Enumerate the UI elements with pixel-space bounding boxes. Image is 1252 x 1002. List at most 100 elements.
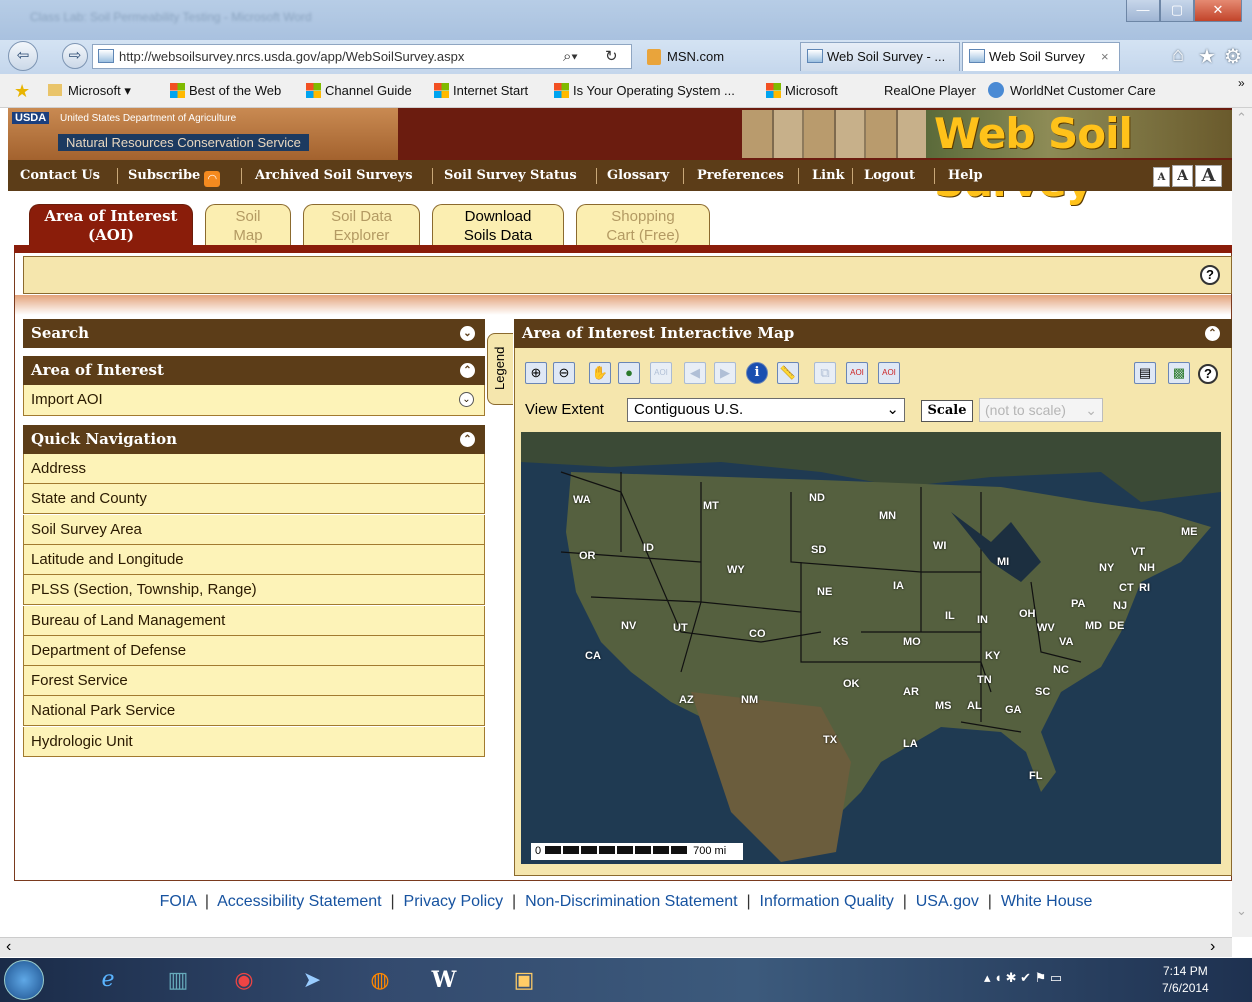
font-size-large-button[interactable]: A [1195, 165, 1222, 187]
footer-link[interactable]: Privacy Policy [404, 893, 504, 910]
copy-icon[interactable]: ⧉ [814, 362, 836, 384]
menu-contact-us[interactable]: Contact Us [20, 160, 100, 191]
minimize-button[interactable]: — [1126, 0, 1160, 22]
vertical-scrollbar[interactable]: ⌃ ⌄ [1232, 108, 1252, 937]
quick-nav-item[interactable]: National Park Service [23, 696, 485, 727]
import-aoi-row[interactable]: Import AOI ⌄ [23, 385, 485, 416]
taskbar-clock[interactable]: 7:14 PM 7/6/2014 [1162, 963, 1209, 997]
favorites-star-icon[interactable]: ★ [14, 74, 30, 108]
scroll-up-icon[interactable]: ⌃ [1236, 110, 1247, 126]
menu-glossary[interactable]: Glossary [607, 160, 669, 191]
ie-taskbar-icon[interactable]: e [80, 960, 136, 1000]
layers-icon[interactable]: ▤ [1134, 362, 1156, 384]
pan-hand-icon[interactable]: ✋ [589, 362, 611, 384]
horizontal-scrollbar[interactable]: ‹ › [0, 937, 1232, 957]
chevron-up-icon[interactable]: ⌃ [1205, 326, 1220, 341]
firefox-taskbar-icon[interactable]: ◍ [352, 960, 408, 1000]
tab-soil-data-explorer[interactable]: Soil Data Explorer [303, 204, 420, 246]
chrome-taskbar-icon[interactable]: ◉ [216, 960, 272, 1000]
help-icon[interactable]: ? [1200, 265, 1220, 285]
quick-navigation-header[interactable]: Quick Navigation ⌃ [23, 425, 485, 454]
fav-internet-start[interactable]: Internet Start [434, 74, 528, 108]
home-icon[interactable]: ⌂ [1172, 44, 1184, 67]
quick-nav-item[interactable]: Department of Defense [23, 635, 485, 666]
scroll-right-icon[interactable]: › [1210, 938, 1215, 956]
chevron-down-icon[interactable]: ⌄ [460, 326, 475, 341]
word-taskbar-icon[interactable]: W [416, 960, 472, 1000]
font-size-small-button[interactable]: A [1153, 167, 1170, 187]
tab-shopping-cart[interactable]: Shopping Cart (Free) [576, 204, 710, 246]
favorites-chevron[interactable]: » [1238, 66, 1245, 100]
forward-button[interactable]: ⇨ [62, 43, 88, 69]
legend-tab[interactable]: Legend [487, 333, 513, 405]
tab-area-of-interest[interactable]: Area of Interest (AOI) [29, 204, 193, 246]
identify-info-icon[interactable]: i [746, 362, 768, 384]
scroll-left-icon[interactable]: ‹ [6, 938, 11, 956]
measure-icon[interactable]: 📏 [777, 362, 799, 384]
refresh-icon[interactable]: ↻ [605, 45, 618, 68]
chevron-up-icon[interactable]: ⌃ [460, 363, 475, 378]
define-aoi-polygon-icon[interactable]: AOI [878, 362, 900, 384]
zoom-to-aoi-icon[interactable]: AOI [650, 362, 672, 384]
menu-logout[interactable]: Logout [864, 160, 915, 191]
footer-link[interactable]: Information Quality [760, 893, 894, 910]
powerpoint-taskbar-icon[interactable]: ▣ [496, 960, 552, 1000]
previous-extent-icon[interactable]: ◀ [684, 362, 706, 384]
aoi-panel-header[interactable]: Area of Interest ⌃ [23, 356, 485, 385]
favorites-star-icon[interactable]: ★ [1198, 44, 1216, 69]
footer-link[interactable]: Accessibility Statement [217, 893, 382, 910]
maximize-button[interactable]: ▢ [1160, 0, 1194, 22]
close-tab-icon[interactable]: × [1101, 43, 1109, 70]
quick-nav-item[interactable]: PLSS (Section, Township, Range) [23, 575, 485, 606]
send-taskbar-icon[interactable]: ➤ [284, 960, 340, 1000]
menu-help[interactable]: Help [948, 160, 983, 191]
tab-web-soil-survey-active[interactable]: Web Soil Survey × [962, 42, 1120, 71]
zoom-out-icon[interactable]: ⊖ [553, 362, 575, 384]
fav-operating-system[interactable]: Is Your Operating System ... [554, 74, 735, 108]
chevron-up-icon[interactable]: ⌃ [460, 432, 475, 447]
fav-microsoft-folder[interactable]: Microsoft ▾ [48, 74, 131, 108]
scale-button[interactable]: Scale [921, 400, 973, 422]
view-extent-select[interactable]: Contiguous U.S. ⌄ [627, 398, 905, 422]
map-help-icon[interactable]: ? [1198, 364, 1218, 384]
quick-nav-item[interactable]: Forest Service [23, 666, 485, 697]
tab-download-soils-data[interactable]: Download Soils Data [432, 204, 564, 246]
full-extent-globe-icon[interactable]: ● [618, 362, 640, 384]
define-aoi-rectangle-icon[interactable]: AOI [846, 362, 868, 384]
footer-link[interactable]: FOIA [160, 893, 196, 910]
start-button[interactable] [4, 960, 44, 1000]
next-extent-icon[interactable]: ▶ [714, 362, 736, 384]
font-size-medium-button[interactable]: A [1172, 165, 1193, 187]
footer-link[interactable]: USA.gov [916, 893, 979, 910]
fav-microsoft[interactable]: Microsoft [766, 74, 838, 108]
quick-nav-item[interactable]: State and County [23, 484, 485, 515]
footer-link[interactable]: White House [1001, 893, 1093, 910]
fav-worldnet[interactable]: WorldNet Customer Care [988, 74, 1156, 108]
address-bar[interactable]: http://websoilsurvey.nrcs.usda.gov/app/W… [92, 44, 632, 69]
menu-preferences[interactable]: Preferences [697, 160, 784, 191]
scale-select[interactable]: (not to scale) ⌄ [979, 398, 1103, 422]
close-window-button[interactable]: ✕ [1194, 0, 1242, 22]
menu-subscribe[interactable]: Subscribe ◠ [128, 160, 221, 191]
tab-msn[interactable]: MSN.com [640, 42, 788, 71]
menu-link[interactable]: Link [812, 160, 845, 191]
search-icon[interactable]: ⌕▾ [563, 45, 578, 68]
scroll-down-icon[interactable]: ⌄ [1236, 903, 1247, 919]
fav-best-of-web[interactable]: Best of the Web [170, 74, 281, 108]
menu-soil-survey-status[interactable]: Soil Survey Status [444, 160, 577, 191]
tray-icons[interactable]: ▴ ◖ ✱ ✔ ⚑ ▭ [984, 970, 1062, 986]
quick-nav-item[interactable]: Soil Survey Area [23, 514, 485, 545]
zoom-in-icon[interactable]: ⊕ [525, 362, 547, 384]
quick-nav-item[interactable]: Hydrologic Unit [23, 726, 485, 757]
interactive-map[interactable]: WA OR CA ID NV MT WY UT AZ CO NM ND SD NE KS OK TX MN IA MO… [521, 432, 1221, 864]
fav-channel-guide[interactable]: Channel Guide [306, 74, 412, 108]
quick-nav-item[interactable]: Address [23, 454, 485, 484]
quick-nav-item[interactable]: Bureau of Land Management [23, 605, 485, 636]
overview-map-icon[interactable]: ▩ [1168, 362, 1190, 384]
menu-archived-soil-surveys[interactable]: Archived Soil Surveys [255, 160, 413, 191]
app-taskbar-icon[interactable]: ▥ [150, 960, 206, 1000]
back-button[interactable]: ⇦ [8, 41, 38, 71]
search-panel-header[interactable]: Search ⌄ [23, 319, 485, 348]
chevron-down-icon[interactable]: ⌄ [459, 392, 474, 407]
quick-nav-item[interactable]: Latitude and Longitude [23, 544, 485, 575]
